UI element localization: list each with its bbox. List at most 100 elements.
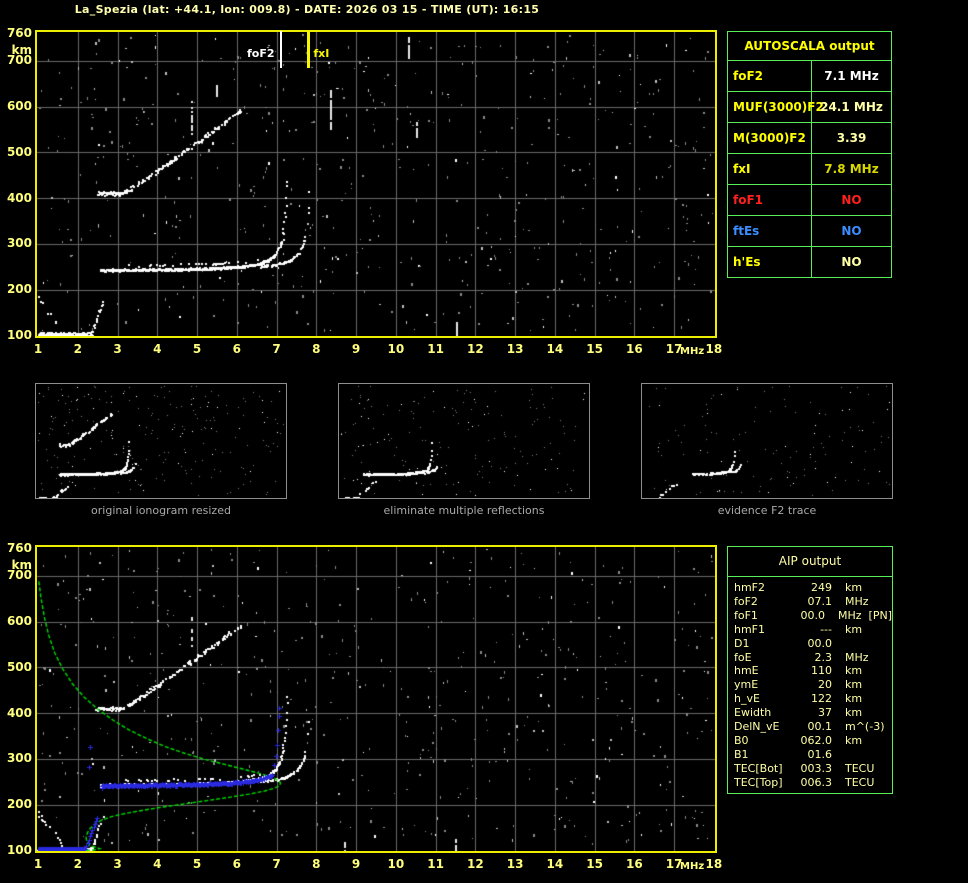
y-tick-label: 100	[6, 842, 32, 857]
aip-table-row: foF2 07.1 MHz	[734, 595, 892, 609]
x-tick-label: 3	[113, 342, 122, 356]
fxI-annotation-label: fxI	[313, 47, 330, 60]
foF2-marker-line	[279, 31, 282, 68]
x-tick-label: 13	[506, 857, 524, 871]
parameter-value: 07.1	[807, 594, 833, 608]
aip-table: AIP output hmF2 249 km foF2 07.1 MHz foF1 00.0 M…	[727, 546, 893, 794]
parameter-unit: km	[845, 622, 863, 636]
x-tick-label: 5	[192, 342, 202, 356]
parameter-unit: km	[845, 692, 863, 706]
thumbnail-caption-original: original ionogram resized	[91, 504, 231, 517]
parameter-unit: MHz [PN]	[838, 608, 892, 622]
x-tick-label: 5	[192, 857, 202, 871]
aip-table-row: foF1 00.0 MHz [PN]	[734, 609, 892, 623]
fxI-marker-line	[307, 31, 311, 68]
aip-table-row: hmE 110 km	[734, 664, 892, 678]
x-tick-label: 9	[351, 857, 361, 871]
y-tick-label: 400	[6, 190, 32, 205]
parameter-unit: km	[845, 706, 863, 720]
aip-table-row: ymE 20 km	[734, 678, 892, 692]
parameter-unit: m^(-3)	[845, 720, 885, 734]
thumbnail-evidence-canvas	[642, 384, 892, 498]
y-tick-label: 200	[6, 282, 32, 297]
thumbnail-eliminate-canvas	[339, 384, 589, 498]
parameter-value: NO	[841, 224, 862, 238]
thumbnail-caption-evidence: evidence F2 trace	[717, 504, 817, 517]
x-axis-unit-label: MHz	[680, 346, 705, 357]
parameter-value: 00.1	[807, 720, 833, 734]
aip-table-row: h_vE 122 km	[734, 692, 892, 706]
thumbnail-eliminate-reflections	[338, 383, 590, 499]
aip-table-row: Ewidth 37 km	[734, 706, 892, 720]
parameter-value: NO	[841, 255, 862, 269]
y-tick-label: 500	[6, 144, 32, 159]
aip-table-row: D1 00.0	[734, 637, 892, 651]
y-tick-label: 100	[6, 327, 32, 342]
parameter-label: D1	[734, 636, 750, 650]
parameter-label: M(3000)F2	[728, 123, 812, 153]
thumbnail-evidence-f2	[641, 383, 893, 499]
x-tick-label: 2	[73, 342, 82, 356]
x-tick-label: 10	[387, 857, 405, 871]
parameter-label: Ewidth	[734, 706, 772, 720]
aip-table-row: foE 2.3 MHz	[734, 651, 892, 665]
parameter-value: 7.1 MHz	[824, 69, 879, 83]
parameter-value: 006.3	[800, 775, 833, 789]
x-tick-label: 11	[427, 342, 444, 356]
x-tick-label: 2	[73, 857, 82, 871]
ionogram-bottom	[35, 545, 717, 853]
parameter-value: 3.39	[836, 131, 867, 145]
parameter-unit: km	[845, 733, 863, 747]
parameter-label: ftEs	[728, 216, 812, 246]
autoscala-screen: La_Spezia (lat: +44.1, lon: 009.8) - DAT…	[0, 0, 968, 883]
y-tick-label: 600	[6, 99, 32, 114]
parameter-label: DelN_vE	[734, 720, 780, 734]
x-axis-unit-label: MHz	[680, 861, 705, 872]
parameter-unit: MHz	[845, 594, 869, 608]
parameter-label: fxI	[728, 154, 812, 184]
parameter-label: hmE	[734, 664, 759, 678]
parameter-label: foF1	[728, 185, 812, 215]
aip-table-row: hmF2 249 km	[734, 581, 892, 595]
parameter-label: foF1	[734, 608, 758, 622]
parameter-unit: MHz	[845, 650, 869, 664]
parameter-label: MUF(3000)F2	[728, 92, 824, 122]
parameter-label: hmF2	[734, 581, 766, 594]
x-tick-label: 14	[546, 342, 564, 356]
ionogram-top	[35, 30, 717, 338]
y-tick-label: 400	[6, 705, 32, 720]
parameter-label: TEC[Top]	[734, 775, 783, 789]
x-tick-label: 15	[586, 342, 603, 356]
parameter-value: 00.0	[807, 636, 833, 650]
parameter-value: 122	[811, 692, 832, 706]
x-tick-label: 4	[153, 342, 162, 356]
autoscala-table: AUTOSCALA output foF2 7.1 MHz MUF(3000)F2 2…	[727, 31, 892, 278]
ionogram-top-canvas	[37, 32, 715, 336]
aip-table-header: AIP output	[728, 547, 892, 577]
parameter-unit	[832, 637, 845, 651]
x-tick-label: 10	[387, 342, 405, 356]
x-tick-label: 18	[705, 342, 723, 356]
parameter-unit: km	[845, 581, 863, 594]
thumbnail-caption-eliminate: eliminate multiple reflections	[383, 504, 545, 517]
autoscala-table-row: MUF(3000)F2 24.1 MHz	[728, 92, 891, 123]
y-axis-unit-label: km	[11, 558, 32, 572]
x-tick-label: 9	[351, 342, 361, 356]
parameter-label: B1	[734, 747, 749, 761]
parameter-value: 37	[818, 706, 832, 720]
autoscala-table-row: h'Es NO	[728, 247, 891, 277]
x-tick-label: 12	[467, 342, 484, 356]
x-tick-label: 16	[626, 342, 643, 356]
parameter-value: 7.8 MHz	[824, 162, 879, 176]
aip-table-row: DelN_vE 00.1 m^(-3)	[734, 720, 892, 734]
x-tick-label: 12	[467, 857, 484, 871]
autoscala-table-row: foF2 7.1 MHz	[728, 61, 891, 92]
y-tick-label: 500	[6, 659, 32, 674]
parameter-value: NO	[841, 193, 862, 207]
aip-table-row: B0 062.0 km	[734, 734, 892, 748]
y-tick-label: 200	[6, 797, 32, 812]
page-title: La_Spezia (lat: +44.1, lon: 009.8) - DAT…	[74, 3, 540, 16]
ionogram-bottom-canvas	[37, 547, 715, 851]
x-tick-label: 7	[272, 857, 281, 871]
x-tick-label: 11	[427, 857, 444, 871]
